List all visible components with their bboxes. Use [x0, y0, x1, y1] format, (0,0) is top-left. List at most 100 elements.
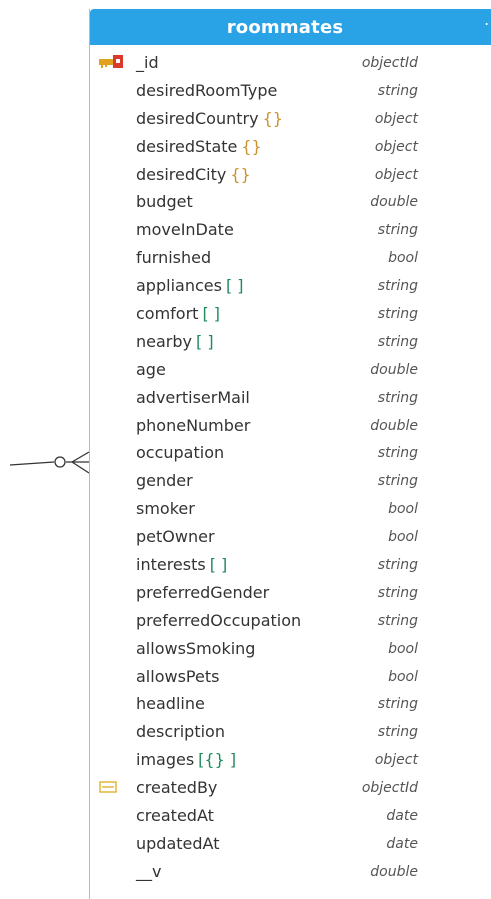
field-row[interactable]: smoker bool — [90, 495, 491, 523]
field-row[interactable]: gender string — [90, 467, 491, 495]
field-type: string — [377, 278, 418, 295]
field-name-text: nearby — [136, 331, 192, 351]
field-type: bool — [388, 529, 418, 546]
field-type: string — [377, 612, 418, 629]
field-row[interactable]: headline string — [90, 690, 491, 718]
field-type: double — [370, 361, 418, 378]
field-type: string — [377, 584, 418, 601]
field-name-text: moveInDate — [136, 220, 234, 240]
collection-entity[interactable]: roommates ⋯ _id objectId desiredRoomType st… — [89, 9, 491, 899]
field-name: advertiserMail — [136, 384, 250, 412]
field-row[interactable]: occupation string — [90, 439, 491, 467]
field-type: objectId — [361, 55, 418, 71]
field-name: occupation — [136, 439, 224, 467]
field-row[interactable]: budget double — [90, 188, 491, 216]
field-name: furnished — [136, 244, 211, 272]
field-row[interactable]: updatedAt date — [90, 830, 491, 858]
field-row[interactable]: desiredCountry{} object — [90, 105, 491, 133]
field-name-text: updatedAt — [136, 833, 220, 853]
field-name-text: preferredGender — [136, 582, 270, 602]
entity-header[interactable]: roommates ⋯ — [90, 9, 491, 45]
field-name-text: smoker — [136, 499, 195, 519]
field-row[interactable]: comfort[ ] string — [90, 300, 491, 328]
field-structure-marker: [ ] — [196, 331, 214, 351]
field-name-text: advertiserMail — [136, 387, 250, 407]
field-type: double — [370, 417, 418, 434]
field-name: allowsSmoking — [136, 635, 255, 663]
field-type: string — [377, 696, 418, 713]
field-row[interactable]: allowsSmoking bool — [90, 635, 491, 663]
field-name: gender — [136, 467, 193, 495]
field-structure-marker: [ ] — [202, 304, 221, 324]
field-type: double — [370, 194, 418, 211]
field-row[interactable]: desiredRoomType string — [90, 77, 491, 105]
field-type: bool — [388, 668, 418, 685]
field-name-text: desiredState — [136, 136, 238, 156]
field-row[interactable]: moveInDate string — [90, 216, 491, 244]
field-structure-marker: {} — [241, 136, 262, 156]
field-row[interactable]: furnished bool — [90, 244, 491, 272]
field-type: bool — [388, 250, 418, 267]
field-name-text: headline — [136, 694, 205, 714]
field-type: string — [377, 473, 418, 490]
field-type: double — [370, 863, 418, 880]
field-name: preferredOccupation — [136, 607, 301, 635]
field-name: preferredGender — [136, 579, 269, 607]
field-name-text: createdAt — [136, 806, 214, 826]
field-name: appliances[ ] — [136, 272, 244, 300]
field-type: date — [386, 808, 418, 825]
field-row[interactable]: __v double — [90, 858, 491, 886]
field-row[interactable]: desiredCity{} object — [90, 161, 491, 189]
field-name: updatedAt — [136, 830, 219, 858]
field-name-text: phoneNumber — [136, 415, 251, 435]
field-name-text: allowsPets — [136, 666, 220, 686]
ellipsis-icon[interactable]: ⋯ — [484, 16, 491, 32]
field-row[interactable]: preferredOccupation string — [90, 607, 491, 635]
field-type: string — [377, 333, 418, 350]
field-list: _id objectId desiredRoomType string desiredC… — [90, 49, 491, 886]
field-row[interactable]: advertiserMail string — [90, 384, 491, 412]
field-type: string — [377, 724, 418, 741]
field-row[interactable]: desiredState{} object — [90, 133, 491, 161]
field-row[interactable]: preferredGender string — [90, 579, 491, 607]
field-row[interactable]: age double — [90, 356, 491, 384]
field-row[interactable]: images[{} ] object — [90, 746, 491, 774]
field-type: object — [374, 110, 418, 127]
field-type: date — [386, 835, 418, 852]
field-row[interactable]: createdAt date — [90, 802, 491, 830]
field-name-text: budget — [136, 192, 193, 212]
field-name-text: gender — [136, 471, 193, 491]
field-type: string — [377, 389, 418, 406]
field-type: objectId — [361, 780, 418, 797]
field-row[interactable]: description string — [90, 718, 491, 746]
field-row[interactable]: phoneNumber double — [90, 412, 491, 440]
field-type: object — [374, 138, 418, 155]
field-row[interactable]: interests[ ] string — [90, 551, 491, 579]
field-row[interactable]: appliances[ ] string — [90, 272, 491, 300]
field-row[interactable]: petOwner bool — [90, 523, 491, 551]
field-name-text: description — [136, 722, 225, 742]
field-name: comfort[ ] — [136, 300, 220, 328]
field-name-text: preferredOccupation — [136, 610, 302, 630]
field-name: description — [136, 718, 225, 746]
field-name: desiredCity{} — [136, 161, 251, 189]
field-name-text: occupation — [136, 443, 225, 463]
primary-key-icon — [99, 55, 123, 68]
field-type: string — [377, 445, 418, 462]
field-name: budget — [136, 188, 193, 216]
field-name: smoker — [136, 495, 195, 523]
field-name: createdBy — [136, 774, 217, 802]
field-name-text: desiredCountry — [136, 108, 259, 128]
field-name-text: appliances — [136, 276, 222, 296]
field-type: string — [377, 557, 418, 574]
field-name-text: _id — [136, 53, 159, 72]
field-name: nearby[ ] — [136, 328, 214, 356]
zero-or-many-crowfoot-icon — [9, 451, 90, 474]
field-name: desiredCountry{} — [136, 105, 283, 133]
field-name-text: createdBy — [136, 778, 218, 798]
field-row[interactable]: allowsPets bool — [90, 663, 491, 691]
field-row[interactable]: _id objectId — [90, 49, 491, 77]
field-row[interactable]: nearby[ ] string — [90, 328, 491, 356]
field-row[interactable]: createdBy objectId — [90, 774, 491, 802]
field-name-text: images — [136, 750, 195, 770]
